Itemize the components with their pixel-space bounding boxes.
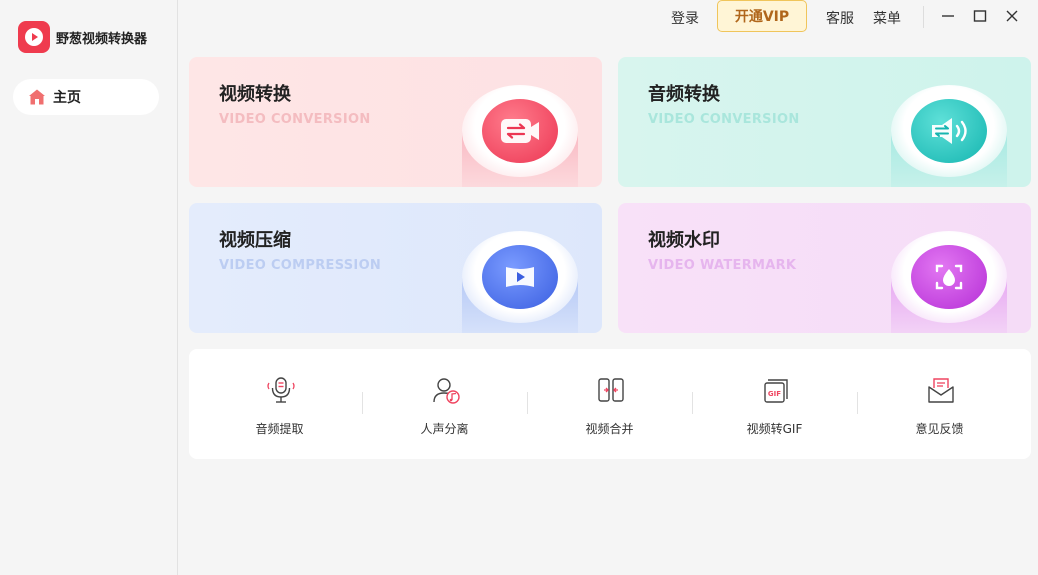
microphone-icon bbox=[267, 377, 295, 403]
app-logo: 野葱视频转换器 bbox=[18, 21, 147, 53]
tool-audio-extract[interactable]: 音频提取 bbox=[197, 349, 362, 459]
minimize-button[interactable] bbox=[935, 5, 961, 27]
feedback-mail-icon bbox=[928, 378, 954, 403]
video-merge-icon bbox=[598, 378, 624, 402]
card-title: 视频水印 bbox=[648, 230, 720, 251]
gif-icon: GIF bbox=[764, 379, 788, 403]
customer-service-link[interactable]: 客服 bbox=[826, 8, 854, 28]
tool-label: 人声分离 bbox=[420, 422, 469, 436]
tool-feedback[interactable]: 意见反馈 bbox=[857, 349, 1022, 459]
sidebar-item-label: 主页 bbox=[53, 90, 81, 106]
card-video-conversion[interactable]: 视频转换 VIDEO CONVERSION bbox=[189, 57, 602, 187]
tools-panel: 音频提取 人声分离 视频合并 GIF 视频转GIF 意见反馈 bbox=[189, 349, 1031, 459]
card-subtitle: VIDEO COMPRESSION bbox=[219, 258, 382, 273]
maximize-button[interactable] bbox=[967, 5, 993, 27]
topbar-divider bbox=[923, 6, 924, 28]
app-logo-icon bbox=[18, 21, 50, 53]
tool-label: 音频提取 bbox=[255, 422, 304, 436]
card-subtitle: VIDEO WATERMARK bbox=[648, 258, 797, 273]
menu-link[interactable]: 菜单 bbox=[873, 8, 901, 28]
sidebar: 野葱视频转换器 主页 bbox=[0, 0, 178, 575]
card-video-compression[interactable]: 视频压缩 VIDEO COMPRESSION bbox=[189, 203, 602, 333]
tool-video-to-gif[interactable]: GIF 视频转GIF bbox=[692, 349, 857, 459]
vip-button[interactable]: 开通VIP bbox=[717, 0, 807, 32]
sidebar-item-home[interactable]: 主页 bbox=[13, 79, 159, 115]
card-title: 视频转换 bbox=[219, 84, 291, 105]
tool-label: 意见反馈 bbox=[915, 422, 964, 436]
audio-convert-icon bbox=[891, 85, 1007, 187]
card-audio-conversion[interactable]: 音频转换 VIDEO CONVERSION bbox=[618, 57, 1031, 187]
home-icon bbox=[29, 89, 45, 105]
maximize-icon bbox=[973, 10, 987, 22]
video-compress-icon bbox=[462, 231, 578, 333]
login-link[interactable]: 登录 bbox=[671, 8, 699, 28]
video-watermark-icon bbox=[891, 231, 1007, 333]
tool-video-merge[interactable]: 视频合并 bbox=[527, 349, 692, 459]
card-video-watermark[interactable]: 视频水印 VIDEO WATERMARK bbox=[618, 203, 1031, 333]
minimize-icon bbox=[942, 15, 954, 17]
tool-label: 视频转GIF bbox=[746, 422, 803, 436]
tool-label: 视频合并 bbox=[585, 422, 634, 436]
tool-voice-separate[interactable]: 人声分离 bbox=[362, 349, 527, 459]
close-icon bbox=[1006, 10, 1018, 22]
card-title: 视频压缩 bbox=[219, 230, 291, 251]
close-button[interactable] bbox=[999, 5, 1025, 27]
voice-separate-icon bbox=[433, 378, 460, 404]
card-title: 音频转换 bbox=[648, 84, 720, 105]
video-convert-icon bbox=[462, 85, 578, 187]
app-name: 野葱视频转换器 bbox=[56, 31, 148, 47]
svg-text:GIF: GIF bbox=[768, 390, 781, 398]
card-subtitle: VIDEO CONVERSION bbox=[648, 112, 800, 127]
card-subtitle: VIDEO CONVERSION bbox=[219, 112, 371, 127]
